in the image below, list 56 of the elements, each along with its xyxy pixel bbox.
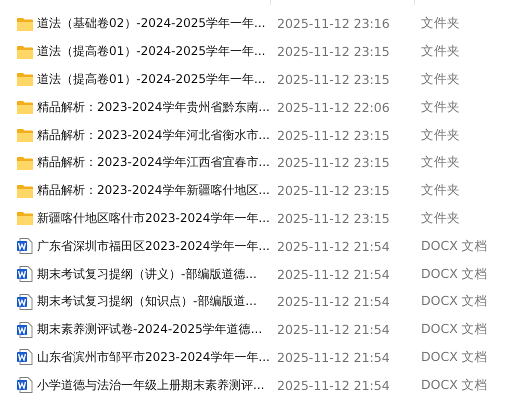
folder-icon xyxy=(17,211,33,226)
file-name[interactable]: 道法（基础卷02）-2024-2025学年一年... xyxy=(37,15,266,32)
folder-icon xyxy=(17,100,33,114)
file-name[interactable]: 小学道德与法治一年级上册期末素养测评... xyxy=(37,376,264,394)
file-name[interactable]: 期末考试复习提纲（知识点）-部编版道... xyxy=(37,293,257,310)
file-name[interactable]: 广东省深圳市福田区2023-2024学年一年... xyxy=(37,238,270,255)
modified-date: 2025-11-12 23:15 xyxy=(277,210,391,226)
file-name[interactable]: 新疆喀什地区喀什市2023-2024学年一年... xyxy=(37,210,270,227)
file-name[interactable]: 精品解析：2023-2024学年江西省宜春市... xyxy=(37,154,270,172)
file-name[interactable]: 期末素养测评试卷-2024-2025学年道德... xyxy=(37,321,262,338)
modified-date: 2025-11-12 23:15 xyxy=(277,183,391,198)
word-document-icon xyxy=(17,238,33,254)
folder-icon xyxy=(17,184,33,198)
folder-icon xyxy=(17,72,33,86)
file-type: 文件夹 xyxy=(421,43,460,60)
modified-date: 2025-11-12 23:15 xyxy=(277,155,391,170)
modified-date: 2025-11-12 21:54 xyxy=(277,238,391,254)
file-type: 文件夹 xyxy=(421,210,460,227)
modified-date: 2025-11-12 23:15 xyxy=(277,72,391,87)
modified-date: 2025-11-12 21:54 xyxy=(277,322,391,338)
file-type: 文件夹 xyxy=(421,15,460,32)
file-name[interactable]: 道法（提高卷01）-2024-2025学年一年... xyxy=(37,43,266,60)
folder-icon xyxy=(17,16,33,31)
word-document-icon xyxy=(17,349,33,366)
file-type: DOCX 文档 xyxy=(421,266,488,283)
file-type: DOCX 文档 xyxy=(421,238,488,255)
file-type: 文件夹 xyxy=(421,126,460,144)
file-type: 文件夹 xyxy=(421,182,460,200)
file-type: 文件夹 xyxy=(421,70,460,88)
modified-date: 2025-11-12 21:54 xyxy=(277,350,391,365)
file-name[interactable]: 精品解析：2023-2024学年新疆喀什地区... xyxy=(37,182,270,200)
word-document-icon xyxy=(17,266,33,282)
file-type: DOCX 文档 xyxy=(421,293,488,310)
file-name[interactable]: 精品解析：2023-2024学年贵州省黔东南... xyxy=(37,98,270,116)
file-type: 文件夹 xyxy=(421,154,460,172)
file-name[interactable]: 山东省滨州市邹平市2023-2024学年一年... xyxy=(37,348,270,366)
modified-date: 2025-11-12 21:54 xyxy=(277,266,391,282)
modified-date: 2025-11-12 23:15 xyxy=(277,128,391,143)
word-document-icon xyxy=(17,377,33,394)
file-type: DOCX 文档 xyxy=(421,348,488,366)
modified-date: 2025-11-12 23:16 xyxy=(277,16,391,32)
word-document-icon xyxy=(17,322,33,338)
file-type: DOCX 文档 xyxy=(421,376,488,394)
file-type: DOCX 文档 xyxy=(421,321,488,338)
file-type: 文件夹 xyxy=(421,98,460,116)
modified-date: 2025-11-12 21:54 xyxy=(277,294,391,310)
folder-icon xyxy=(17,156,33,170)
word-document-icon xyxy=(17,294,33,310)
file-name[interactable]: 期末考试复习提纲（讲义）-部编版道德... xyxy=(37,266,257,283)
folder-icon xyxy=(17,44,33,59)
file-name[interactable]: 精品解析：2023-2024学年河北省衡水市... xyxy=(37,126,270,144)
modified-date: 2025-11-12 23:15 xyxy=(277,44,391,60)
modified-date: 2025-11-12 21:54 xyxy=(277,378,391,393)
folder-icon xyxy=(17,128,33,142)
file-name[interactable]: 道法（提高卷01）-2024-2025学年一年... xyxy=(37,70,266,88)
modified-date: 2025-11-12 22:06 xyxy=(277,100,391,115)
